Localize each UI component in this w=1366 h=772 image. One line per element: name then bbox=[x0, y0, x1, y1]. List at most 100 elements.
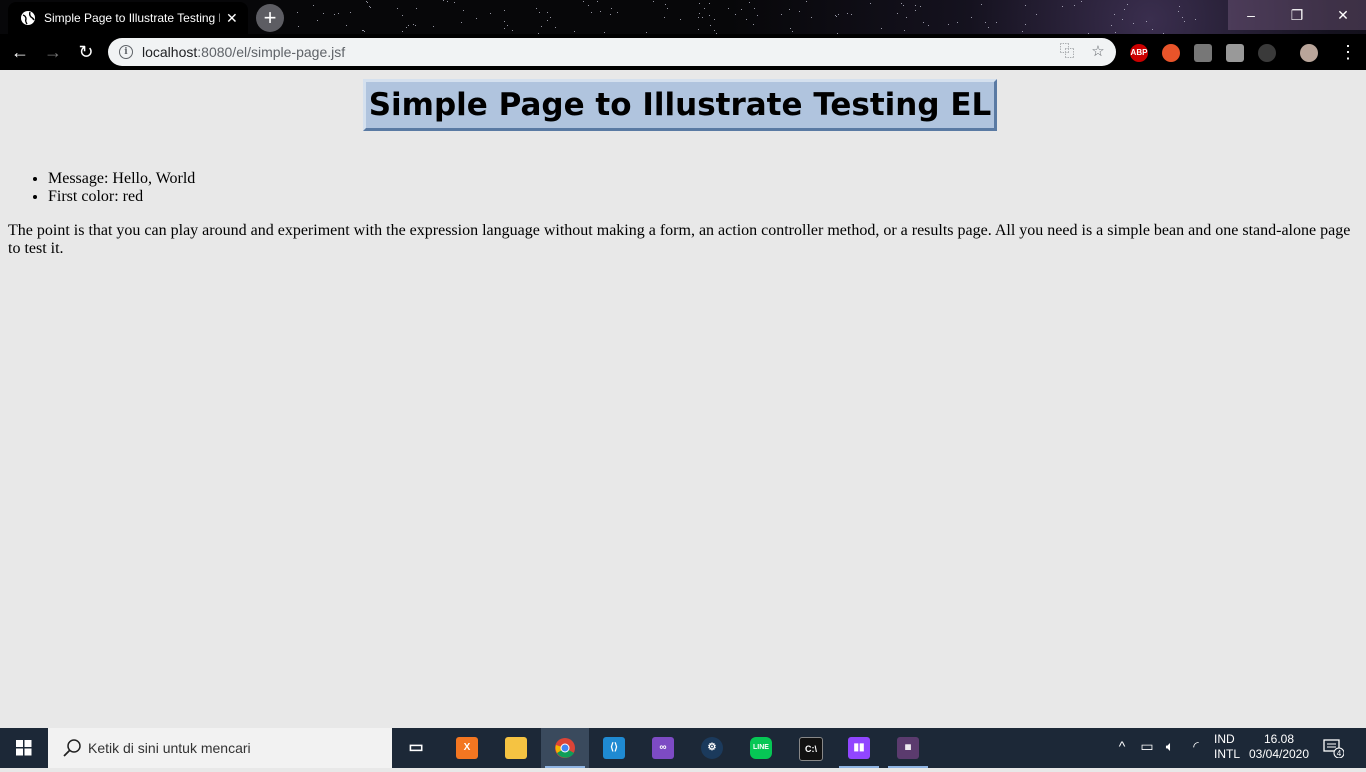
translate-icon[interactable]: ⿻ bbox=[1058, 43, 1076, 61]
tab-close-icon[interactable]: ✕ bbox=[226, 10, 238, 27]
background-star bbox=[1179, 6, 1180, 7]
background-star bbox=[799, 11, 800, 12]
language-indicator[interactable]: IND INTL bbox=[1214, 732, 1244, 772]
maximize-button[interactable]: ❐ bbox=[1274, 0, 1320, 30]
background-star bbox=[851, 14, 852, 15]
taskbar-app-game[interactable]: ▦ bbox=[884, 728, 932, 768]
extension-fox-icon[interactable] bbox=[1162, 44, 1180, 62]
background-star bbox=[709, 15, 710, 16]
background-star bbox=[397, 8, 398, 9]
adblock-icon[interactable]: ABP bbox=[1130, 44, 1148, 62]
background-star bbox=[811, 17, 812, 18]
background-star bbox=[753, 24, 754, 25]
background-star bbox=[806, 1, 807, 2]
new-tab-button[interactable]: + bbox=[256, 4, 284, 32]
background-star bbox=[710, 25, 711, 26]
search-placeholder: Ketik di sini untuk mencari bbox=[88, 740, 251, 756]
taskbar-app-line[interactable]: LINE bbox=[737, 728, 785, 768]
wifi-icon[interactable]: ◜ bbox=[1186, 738, 1206, 755]
task-view-button[interactable]: ▭ bbox=[392, 728, 440, 768]
back-arrow-icon[interactable]: ← bbox=[8, 40, 32, 64]
minimize-button[interactable]: – bbox=[1228, 0, 1274, 30]
background-star bbox=[363, 30, 364, 31]
tab-title: Simple Page to Illustrate Testing EL bbox=[44, 11, 220, 25]
url-text[interactable]: localhost:8080/el/simple-page.jsf bbox=[142, 44, 345, 60]
windows-start-icon[interactable] bbox=[0, 728, 48, 768]
list-item-message: Message: Hello, World bbox=[48, 170, 195, 188]
background-star bbox=[1074, 5, 1075, 6]
background-star bbox=[600, 11, 601, 12]
address-bar[interactable]: i localhost:8080/el/simple-page.jsf ⿻ ☆ bbox=[108, 38, 1116, 66]
background-star bbox=[735, 14, 736, 15]
battery-icon[interactable]: ▭ bbox=[1137, 738, 1157, 755]
background-star bbox=[323, 13, 324, 14]
background-star bbox=[920, 6, 921, 7]
extension-icon[interactable] bbox=[1194, 44, 1212, 62]
profile-avatar[interactable] bbox=[1300, 44, 1318, 62]
taskbar-app-file-explorer[interactable] bbox=[492, 728, 540, 768]
volume-icon[interactable]: 🔈︎ bbox=[1160, 738, 1180, 755]
background-star bbox=[536, 8, 537, 9]
background-star bbox=[646, 32, 647, 33]
background-star bbox=[698, 29, 699, 30]
background-star bbox=[957, 22, 958, 23]
taskbar-app-vscode[interactable]: ⟨⟩ bbox=[590, 728, 638, 768]
background-star bbox=[555, 27, 556, 28]
chrome-icon bbox=[554, 737, 576, 759]
vscode-icon: ⟨⟩ bbox=[603, 737, 625, 759]
background-star bbox=[1178, 11, 1179, 12]
browser-tab[interactable]: Simple Page to Illustrate Testing EL ✕ bbox=[8, 2, 248, 34]
taskbar-app-visual-studio[interactable]: ∞ bbox=[639, 728, 687, 768]
search-icon bbox=[62, 737, 84, 759]
background-star bbox=[1122, 19, 1123, 20]
page-title-box: Simple Page to Illustrate Testing EL bbox=[363, 79, 997, 131]
background-star bbox=[699, 13, 700, 14]
taskbar-app-terminal[interactable]: C:\ bbox=[786, 728, 834, 768]
taskbar-app-xampp[interactable]: X bbox=[443, 728, 491, 768]
taskbar-app-twitch[interactable]: ▮▮ bbox=[835, 728, 883, 768]
info-icon[interactable]: i bbox=[119, 45, 133, 59]
background-star bbox=[1195, 19, 1196, 20]
background-star bbox=[714, 19, 715, 20]
forward-arrow-icon[interactable]: → bbox=[41, 40, 65, 64]
background-star bbox=[985, 22, 986, 23]
background-star bbox=[699, 3, 700, 4]
background-star bbox=[334, 14, 335, 15]
page-content: Simple Page to Illustrate Testing EL Mes… bbox=[0, 70, 1366, 728]
background-star bbox=[749, 2, 750, 3]
reload-icon[interactable]: ↻ bbox=[74, 40, 98, 64]
window-close-button[interactable]: ✕ bbox=[1320, 0, 1366, 30]
background-star bbox=[790, 28, 791, 29]
background-star bbox=[757, 15, 758, 16]
clock-time: 16.08 bbox=[1246, 732, 1312, 747]
background-star bbox=[1036, 14, 1037, 15]
taskbar-app-steam[interactable]: ⚙ bbox=[688, 728, 736, 768]
taskbar-app-chrome[interactable] bbox=[541, 728, 589, 768]
background-star bbox=[1127, 4, 1128, 5]
background-star bbox=[490, 13, 491, 14]
background-star bbox=[901, 3, 902, 4]
background-star bbox=[617, 12, 618, 13]
background-star bbox=[988, 27, 989, 28]
url-path: :8080/el/simple-page.jsf bbox=[197, 44, 345, 60]
background-star bbox=[1111, 25, 1112, 26]
extension-infinity-icon[interactable] bbox=[1258, 44, 1276, 62]
taskbar-search-box[interactable]: Ketik di sini untuk mencari bbox=[48, 728, 392, 768]
notification-center-icon[interactable]: 4 bbox=[1322, 738, 1344, 758]
background-star bbox=[1152, 29, 1153, 30]
background-star bbox=[413, 24, 414, 25]
bookmark-star-icon[interactable]: ☆ bbox=[1089, 43, 1107, 61]
background-star bbox=[653, 1, 654, 2]
background-star bbox=[402, 31, 403, 32]
background-star bbox=[366, 1, 367, 2]
chevron-up-icon[interactable]: ^ bbox=[1112, 738, 1132, 754]
extension-screen-icon[interactable] bbox=[1226, 44, 1244, 62]
menu-kebab-icon[interactable]: ⋮ bbox=[1336, 40, 1360, 64]
task-view-icon: ▭ bbox=[405, 737, 427, 759]
system-clock[interactable]: 16.08 03/04/2020 bbox=[1246, 732, 1312, 772]
terminal-icon: C:\ bbox=[799, 737, 823, 761]
background-star bbox=[539, 12, 540, 13]
background-star bbox=[903, 5, 904, 6]
browser-titlebar: Simple Page to Illustrate Testing EL ✕ +… bbox=[0, 0, 1366, 34]
background-star bbox=[547, 12, 548, 13]
